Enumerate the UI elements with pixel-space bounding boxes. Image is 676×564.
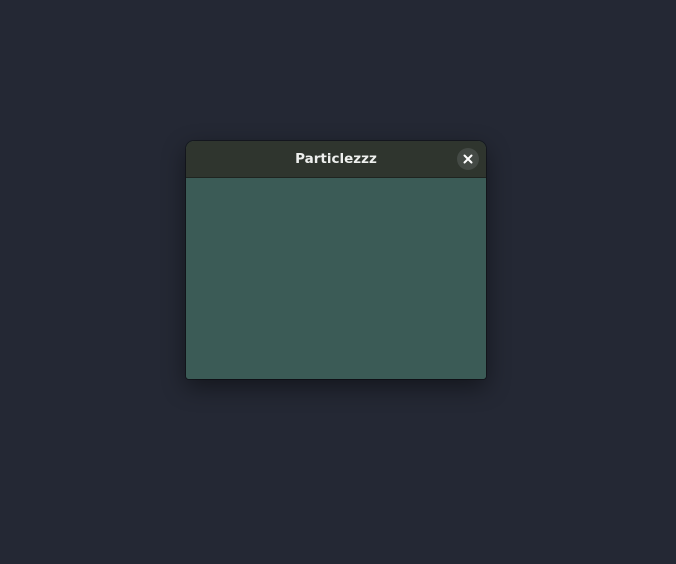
app-window: Particlezzz xyxy=(186,141,486,379)
close-icon xyxy=(463,154,473,164)
window-titlebar[interactable]: Particlezzz xyxy=(186,141,486,178)
close-button[interactable] xyxy=(457,148,479,170)
desktop: Particlezzz xyxy=(0,0,676,564)
window-title: Particlezzz xyxy=(295,151,377,167)
window-content-area[interactable] xyxy=(186,178,486,379)
